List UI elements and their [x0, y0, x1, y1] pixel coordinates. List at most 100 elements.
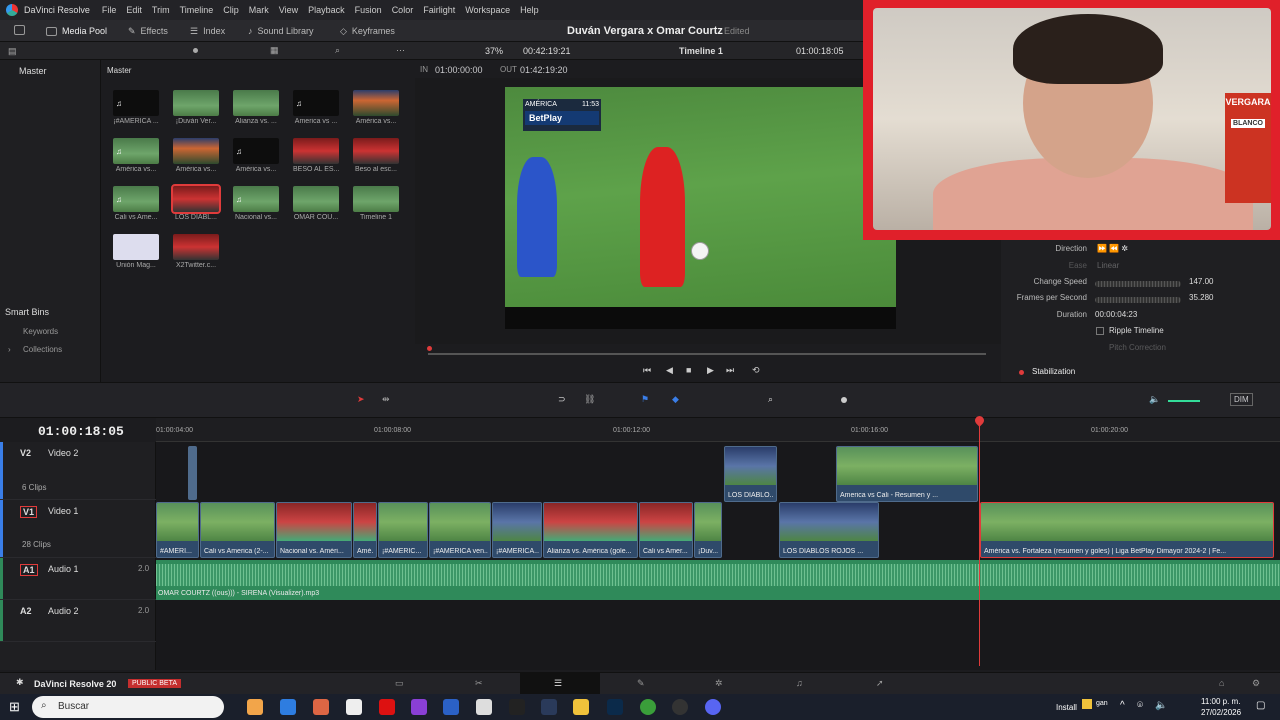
media-clip[interactable]: X2Twitter.c...	[173, 234, 219, 269]
menu-trim[interactable]: Trim	[152, 5, 170, 15]
v1-clip[interactable]: #AMERI...	[156, 502, 199, 558]
media-clip[interactable]: ♫ Cali vs Ame...	[113, 186, 159, 221]
fps-slider[interactable]	[1095, 297, 1181, 303]
play-icon[interactable]: ▶	[707, 365, 714, 376]
epic-games-icon[interactable]	[509, 699, 525, 715]
chrome-icon[interactable]	[640, 699, 656, 715]
media-pool-button[interactable]: Media Pool	[46, 24, 107, 38]
trim-tool-icon[interactable]: ⇹	[382, 394, 390, 405]
track-header-v1[interactable]: V1 Video 1 28 Clips	[0, 500, 156, 558]
obs-icon[interactable]	[672, 699, 688, 715]
edit-page-icon[interactable]: ☰	[554, 678, 562, 689]
sound-library-button[interactable]: ♪ Sound Library	[248, 24, 314, 38]
notification-icon[interactable]	[1082, 699, 1092, 709]
expand-chevron-icon[interactable]: ›	[8, 345, 11, 354]
track-name[interactable]: Audio 2	[48, 606, 79, 616]
volume-icon[interactable]: 🔈	[1155, 700, 1167, 711]
grid-view-icon[interactable]: ▦	[270, 45, 279, 56]
dim-button[interactable]: DIM	[1230, 393, 1253, 406]
media-clip[interactable]: América vs...	[173, 138, 219, 173]
duration-value[interactable]: 00:00:04:23	[1095, 310, 1137, 319]
v2-small-clip[interactable]	[188, 446, 197, 500]
media-clip[interactable]: ¡Duván Ver...	[173, 90, 219, 125]
panel-toggle-icon[interactable]	[14, 25, 25, 35]
flag-icon[interactable]: ⚑	[641, 394, 649, 405]
v1-clip[interactable]: Alianza vs. América (gole...	[543, 502, 638, 558]
v1-clip[interactable]: ¡Duv...	[694, 502, 722, 558]
video-frame[interactable]: AMÉRICA 11:53 BetPlay	[505, 87, 896, 307]
stabilization-toggle-icon[interactable]	[1019, 370, 1024, 375]
timeline-tracks[interactable]: LOS DIABLO... America vs Cali - Resumen …	[156, 442, 1280, 670]
loop-icon[interactable]: ⟲	[752, 365, 760, 376]
viewer-playhead[interactable]	[427, 346, 432, 351]
cut-page-icon[interactable]: ✂	[475, 678, 483, 689]
menu-fusion[interactable]: Fusion	[355, 5, 382, 15]
timeline-zoom-slider[interactable]	[841, 397, 847, 403]
track-id[interactable]: A1	[20, 564, 38, 576]
media-clip[interactable]: ♫ Nacional vs...	[233, 186, 279, 221]
photoshop-icon[interactable]	[607, 699, 623, 715]
app-icon[interactable]	[313, 699, 329, 715]
go-to-end-icon[interactable]: ⏭	[726, 365, 734, 376]
marker-icon[interactable]: ◆	[672, 394, 679, 405]
word-icon[interactable]	[443, 699, 459, 715]
menu-view[interactable]: View	[279, 5, 298, 15]
clock-date[interactable]: 27/02/2026	[1201, 708, 1241, 717]
install-label[interactable]: Install	[1056, 703, 1077, 712]
media-clip[interactable]: ♫ América vs...	[113, 138, 159, 173]
zoom-level[interactable]: 37%	[485, 46, 503, 56]
v1-clip[interactable]: LOS DIABLOS ROJOS ...	[779, 502, 879, 558]
smart-bin-collections[interactable]: Collections	[23, 345, 62, 354]
v1-clip[interactable]: ¡#AMERICA...	[492, 502, 542, 558]
settings-icon[interactable]: ⚙	[1252, 678, 1260, 689]
discord-icon[interactable]	[705, 699, 721, 715]
opera-icon[interactable]	[379, 699, 395, 715]
v2-clip[interactable]: LOS DIABLO...	[724, 446, 777, 502]
v1-clip[interactable]: ¡#AMERICA ven...	[429, 502, 491, 558]
volume-slider[interactable]	[1168, 400, 1200, 402]
windows-start-icon[interactable]: ⊞	[9, 699, 20, 715]
track-header-v2[interactable]: V2 Video 2 6 Clips	[0, 442, 156, 500]
media-clip[interactable]: Timeline 1	[353, 186, 399, 221]
media-clip[interactable]: BESO AL ES...	[293, 138, 339, 173]
menu-color[interactable]: Color	[392, 5, 414, 15]
v1-clip-selected[interactable]: América vs. Fortaleza (resumen y goles) …	[980, 502, 1274, 558]
menu-edit[interactable]: Edit	[126, 5, 142, 15]
home-icon[interactable]: ⌂	[1219, 678, 1224, 688]
change-speed-slider[interactable]	[1095, 281, 1181, 287]
copilot-icon[interactable]	[247, 699, 263, 715]
track-header-a1[interactable]: A1 Audio 1 2.0	[0, 558, 156, 600]
speaker-icon[interactable]: 🔈	[1149, 394, 1160, 405]
more-options-icon[interactable]: ⋯	[396, 45, 405, 56]
taskbar-search[interactable]: ⌕ Buscar	[32, 696, 224, 718]
index-button[interactable]: ☰ Index	[190, 24, 225, 38]
davinci-taskbar-icon[interactable]	[541, 699, 557, 715]
search-icon[interactable]: ⌕	[335, 45, 340, 56]
audio-clip[interactable]: OMAR COURTZ ((ous))) - SIRENA (Visualize…	[156, 560, 1280, 600]
deliver-page-icon[interactable]: ➚	[876, 678, 884, 689]
thumb-size-slider[interactable]	[193, 48, 198, 53]
effects-button[interactable]: ✎ Effects	[128, 24, 168, 38]
media-clip[interactable]: Unión Mag...	[113, 234, 159, 269]
play-reverse-icon[interactable]: ◀	[666, 365, 673, 376]
go-to-start-icon[interactable]: ⏮	[643, 365, 651, 376]
bin-master[interactable]: Master	[19, 66, 47, 76]
link-icon[interactable]: ⛓	[584, 394, 595, 405]
direction-forward-icon[interactable]: ⏩ ⏪ ✲	[1097, 244, 1128, 253]
track-name[interactable]: Video 2	[48, 448, 78, 458]
clock-time[interactable]: 11:00 p. m.	[1201, 697, 1240, 706]
viewer-scrubber[interactable]	[428, 353, 986, 355]
tray-chevron-icon[interactable]: ^	[1120, 700, 1125, 711]
track-name[interactable]: Video 1	[48, 506, 78, 516]
media-clip[interactable]: América vs...	[353, 90, 399, 125]
timeline-selector[interactable]: Timeline 1	[679, 46, 723, 56]
smart-bin-keywords[interactable]: Keywords	[23, 327, 58, 336]
v1-clip[interactable]: Cali vs Amer...	[639, 502, 693, 558]
file-icon[interactable]	[346, 699, 362, 715]
ease-dropdown[interactable]: Linear	[1097, 261, 1119, 270]
timeline-ruler[interactable]: 01:00:04:00 01:00:08:00 01:00:12:00 01:0…	[156, 418, 1280, 442]
fusion-page-icon[interactable]: ✎	[637, 678, 645, 689]
network-icon[interactable]: ⌾	[1137, 700, 1143, 711]
media-clip[interactable]: ♫ ¡#AMERICA ...	[113, 90, 159, 125]
fps-value[interactable]: 35.280	[1189, 293, 1213, 302]
